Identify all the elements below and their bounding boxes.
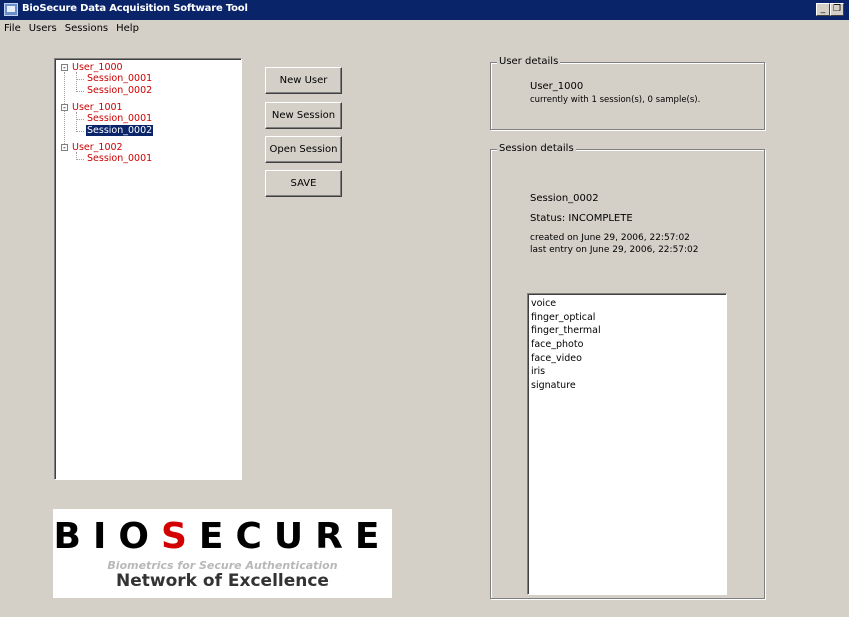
list-item[interactable]: face_video [531, 352, 726, 366]
menu-file[interactable]: File [0, 20, 25, 34]
user-session-tree[interactable]: - User_1000 Session_0001 Session_0002 - … [54, 58, 242, 480]
new-user-button[interactable]: New User [265, 67, 342, 94]
tree-session-item-selected[interactable]: Session_0002 [84, 124, 155, 137]
tree-branch-line [76, 131, 84, 132]
tree-branch-line [76, 91, 84, 92]
menu-bar: File Users Sessions Help [0, 20, 849, 38]
tree-branch-line [76, 112, 77, 132]
app-icon [4, 3, 18, 16]
session-name: Session_0002 [530, 193, 599, 204]
user-details-legend: User details [497, 56, 561, 67]
list-item[interactable]: iris [531, 365, 726, 379]
list-item[interactable]: voice [531, 297, 726, 311]
user-summary: currently with 1 session(s), 0 sample(s)… [530, 95, 701, 105]
tree-branch-line [76, 79, 84, 80]
tree-session-item[interactable]: Session_0001 [87, 113, 152, 125]
logo-network: Network of Excellence [116, 571, 329, 591]
tree-branch-line [76, 159, 84, 160]
tree-branch-line [76, 119, 84, 120]
menu-help[interactable]: Help [112, 20, 143, 34]
session-status: Status: INCOMPLETE [530, 213, 633, 224]
open-session-button[interactable]: Open Session [265, 136, 342, 163]
collapse-icon[interactable]: - [61, 104, 68, 112]
list-item[interactable]: finger_thermal [531, 324, 726, 338]
tree-branch-line [76, 72, 77, 92]
collapse-icon[interactable]: - [61, 144, 68, 152]
biosecure-logo: BIOSECURE Biometrics for Secure Authenti… [53, 509, 392, 598]
session-last-entry: last entry on June 29, 2006, 22:57:02 [530, 245, 699, 255]
modalities-list[interactable]: voice finger_optical finger_thermal face… [527, 293, 727, 595]
restore-icon[interactable]: ❐ [830, 3, 844, 16]
session-created: created on June 29, 2006, 22:57:02 [530, 233, 690, 243]
window-title: BioSecure Data Acquisition Software Tool [22, 3, 248, 14]
title-bar: BioSecure Data Acquisition Software Tool… [0, 0, 849, 20]
new-session-button[interactable]: New Session [265, 102, 342, 129]
save-button[interactable]: SAVE [265, 170, 342, 197]
list-item[interactable]: finger_optical [531, 311, 726, 325]
minimize-icon[interactable]: _ [816, 3, 830, 16]
session-details-legend: Session details [497, 143, 576, 154]
user-name: User_1000 [530, 81, 584, 92]
tree-session-item[interactable]: Session_0001 [87, 73, 152, 85]
tree-session-item[interactable]: Session_0001 [87, 153, 152, 165]
list-item[interactable]: face_photo [531, 338, 726, 352]
logo-wordmark: BIOSECURE [53, 516, 392, 557]
collapse-icon[interactable]: - [61, 64, 68, 72]
list-item[interactable]: signature [531, 379, 726, 393]
tree-session-item[interactable]: Session_0002 [87, 85, 152, 97]
menu-users[interactable]: Users [25, 20, 61, 34]
menu-sessions[interactable]: Sessions [61, 20, 112, 34]
